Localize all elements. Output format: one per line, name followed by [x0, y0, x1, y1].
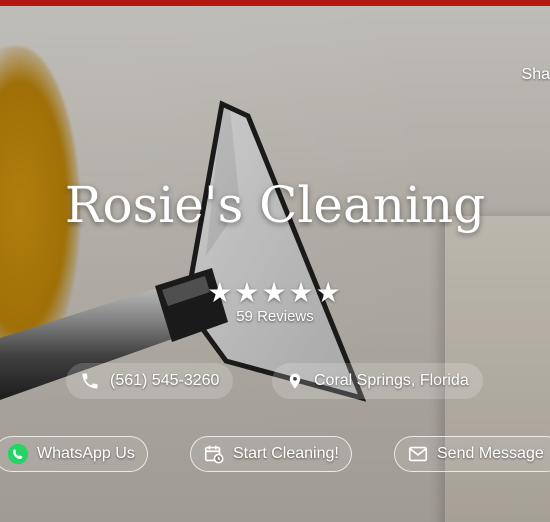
- location-text: Coral Springs, Florida: [314, 372, 469, 389]
- whatsapp-icon: [7, 443, 29, 465]
- calendar-clock-icon: [203, 443, 225, 465]
- star-icon: ★: [288, 277, 316, 308]
- whatsapp-label: WhatsApp Us: [37, 445, 135, 462]
- rating-stars: ★★★★★: [0, 276, 550, 309]
- start-cleaning-button[interactable]: Start Cleaning!: [190, 436, 352, 472]
- location-pill[interactable]: Coral Springs, Florida: [272, 363, 483, 399]
- send-message-button[interactable]: Send Message: [394, 436, 550, 472]
- reviews-count[interactable]: 59 Reviews: [0, 308, 550, 325]
- star-icon: ★: [315, 277, 343, 308]
- share-link[interactable]: Sha: [522, 66, 550, 84]
- business-title: Rosie's Cleaning: [64, 176, 486, 234]
- phone-pill[interactable]: (561) 545-3260: [66, 363, 234, 399]
- star-icon: ★: [234, 277, 262, 308]
- start-cleaning-label: Start Cleaning!: [233, 445, 339, 462]
- whatsapp-button[interactable]: WhatsApp Us: [0, 436, 148, 472]
- star-icon: ★: [207, 277, 235, 308]
- star-icon: ★: [261, 277, 289, 308]
- location-pin-icon: [289, 373, 301, 389]
- mail-icon: [407, 443, 429, 465]
- phone-icon: [82, 373, 98, 389]
- phone-number: (561) 545-3260: [110, 372, 220, 389]
- send-message-label: Send Message: [437, 445, 544, 462]
